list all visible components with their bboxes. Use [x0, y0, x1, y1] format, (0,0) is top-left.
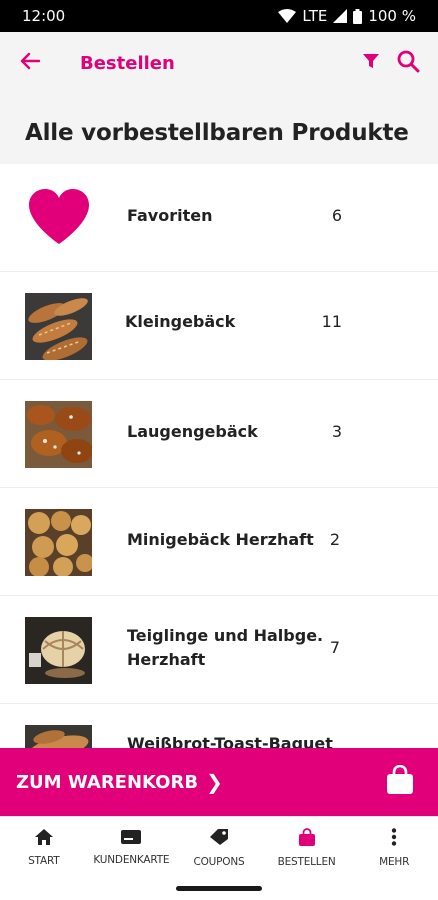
- section-header: Alle vorbestellbaren Produkte: [0, 94, 438, 164]
- arrow-back-icon: [20, 52, 41, 74]
- nav-label: MEHR: [379, 855, 410, 868]
- laugengebaeck-image: [25, 401, 92, 468]
- status-bar: 12:00 LTE 100 %: [0, 0, 438, 32]
- tag-icon: [209, 828, 229, 850]
- list-item-kleingebaeck[interactable]: Kleingebäck 11: [0, 272, 438, 380]
- battery-label: 100 %: [368, 7, 416, 25]
- more-vert-icon: [391, 827, 397, 850]
- section-title: Alle vorbestellbaren Produkte: [25, 120, 409, 146]
- nav-mehr[interactable]: MEHR: [350, 817, 438, 878]
- heart-icon: [27, 188, 91, 250]
- item-name: Laugengebäck: [127, 422, 258, 441]
- teiglinge-image: [25, 617, 92, 684]
- nav-bestellen[interactable]: BESTELLEN: [263, 817, 351, 878]
- nav-coupons[interactable]: COUPONS: [175, 817, 263, 878]
- list-item-favoriten[interactable]: Favoriten 6: [0, 164, 438, 272]
- chevron-right-icon: ❯: [206, 770, 223, 794]
- bottom-navigation: START KUNDENKARTE COUPONS BESTELLEN MEHR: [0, 816, 438, 878]
- item-name: Favoriten: [127, 206, 213, 225]
- item-name: Minigebäck Herzhaft: [127, 530, 314, 549]
- search-button[interactable]: [396, 49, 420, 77]
- shopping-bag-icon: [298, 827, 315, 850]
- app-bar-actions: [362, 49, 438, 77]
- weissbrot-image: [25, 725, 92, 748]
- minigebaeck-image: [25, 509, 92, 576]
- favorites-thumbnail: [25, 185, 92, 252]
- category-list[interactable]: Favoriten 6 Kleingebäck 11 Laugengebäck …: [0, 164, 438, 748]
- nav-label: BESTELLEN: [277, 855, 336, 868]
- filter-button[interactable]: [362, 52, 380, 74]
- back-button[interactable]: [0, 32, 60, 94]
- battery-icon: [353, 8, 363, 24]
- wifi-icon: [278, 9, 297, 23]
- item-count: 3: [331, 422, 342, 441]
- kleingebaeck-image: [25, 293, 92, 360]
- item-name: Teiglinge und Halbge. Herzhaft: [127, 626, 324, 669]
- status-time: 12:00: [22, 7, 66, 25]
- app-bar: Bestellen: [0, 32, 438, 94]
- cart-label-group: ZUM WARENKORB ❯: [16, 770, 223, 794]
- nav-label: START: [28, 854, 60, 867]
- status-indicators: LTE 100 %: [278, 7, 416, 25]
- search-icon: [396, 49, 420, 77]
- shopping-bag-icon: [386, 764, 414, 799]
- list-item-minigebaeck-herzhaft[interactable]: Minigebäck Herzhaft 2: [0, 488, 438, 596]
- page-title: Bestellen: [80, 52, 175, 74]
- home-icon: [34, 828, 53, 849]
- item-count: 11: [321, 312, 342, 331]
- list-item-weissbrot[interactable]: Weißbrot-Toast-Baguet: [0, 704, 438, 748]
- item-count: 2: [329, 530, 340, 549]
- list-item-laugengebaeck[interactable]: Laugengebäck 3: [0, 380, 438, 488]
- card-icon: [121, 829, 142, 848]
- nav-kundenkarte[interactable]: KUNDENKARTE: [88, 817, 176, 878]
- nav-start[interactable]: START: [0, 817, 88, 878]
- list-item-teiglinge-herzhaft[interactable]: Teiglinge und Halbge. Herzhaft 7: [0, 596, 438, 704]
- item-name: Weißbrot-Toast-Baguet: [127, 734, 333, 748]
- item-count: 6: [331, 206, 342, 225]
- gesture-handle[interactable]: [176, 886, 262, 891]
- network-label: LTE: [302, 7, 328, 25]
- nav-label: KUNDENKARTE: [93, 854, 170, 866]
- cart-button[interactable]: ZUM WARENKORB ❯: [0, 748, 438, 816]
- filter-icon: [362, 52, 380, 74]
- nav-label: COUPONS: [193, 855, 245, 868]
- gesture-area: [0, 878, 438, 900]
- item-count: 7: [329, 638, 340, 657]
- signal-icon: [333, 9, 348, 23]
- cart-label: ZUM WARENKORB: [16, 771, 199, 793]
- item-name: Kleingebäck: [125, 312, 236, 331]
